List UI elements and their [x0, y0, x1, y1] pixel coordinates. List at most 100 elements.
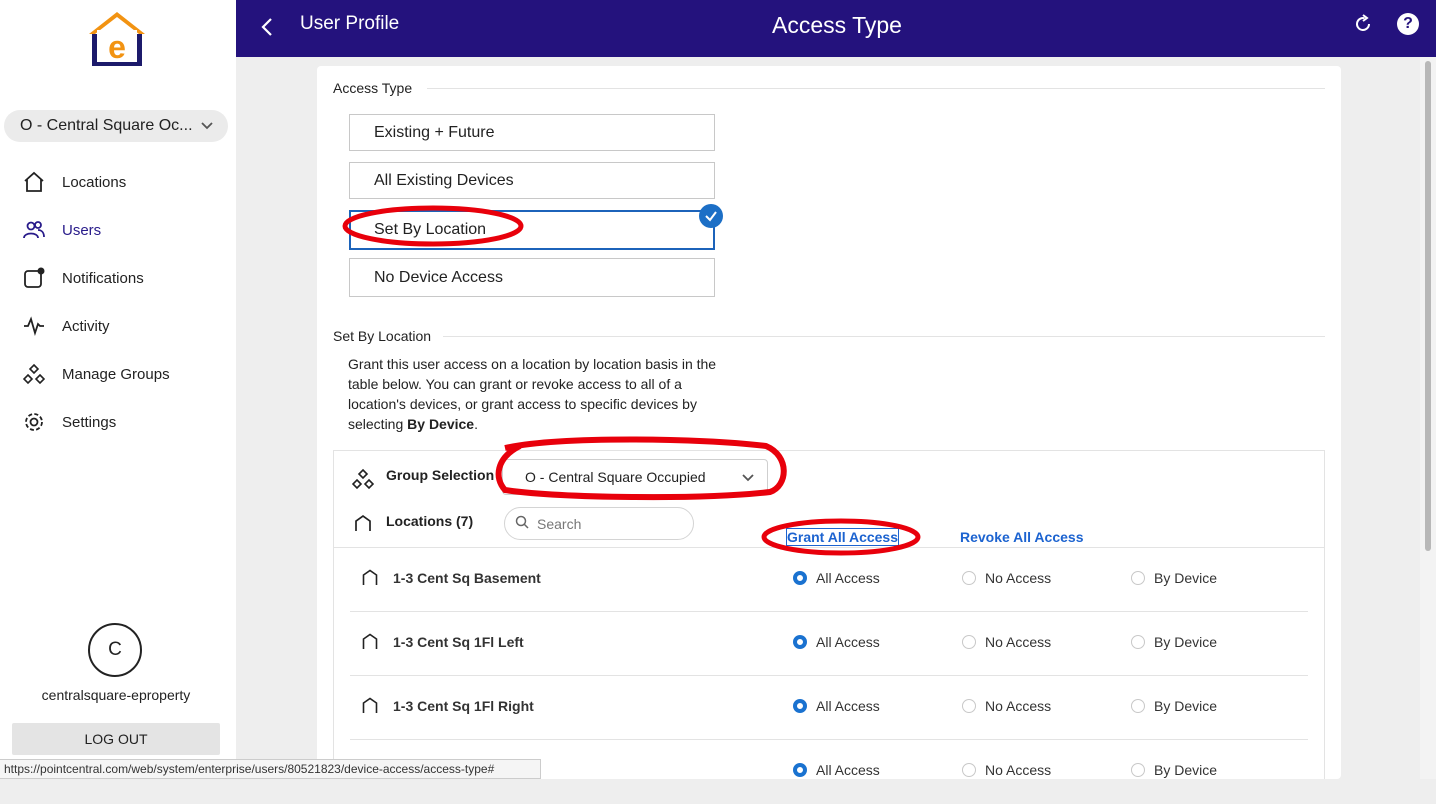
organization-select[interactable]: O - Central Square Oc...	[4, 110, 228, 142]
help-icon[interactable]: ?	[1397, 13, 1419, 35]
sidebar-item-label: Manage Groups	[62, 365, 170, 383]
sidebar-item-notifications[interactable]: Notifications	[0, 254, 236, 302]
sidebar-item-settings[interactable]: Settings	[0, 398, 236, 446]
access-option-existing-future[interactable]: Existing + Future	[349, 114, 715, 151]
checkmark-icon	[699, 204, 723, 228]
radio-label: By Device	[1154, 634, 1218, 650]
location-name: 1-3 Cent Sq Basement	[393, 570, 541, 586]
sidebar-item-label: Activity	[62, 317, 110, 335]
sidebar-item-label: Settings	[62, 413, 117, 431]
radio-label: All Access	[816, 570, 880, 586]
home-icon	[362, 697, 378, 719]
page-title: Access Type	[772, 12, 902, 38]
home-icon	[22, 170, 46, 194]
radio-no-access[interactable]: No Access	[962, 762, 1051, 778]
radio-label: All Access	[816, 698, 880, 714]
eproperty-logo-icon[interactable]: e	[89, 12, 145, 68]
radio-button[interactable]	[962, 635, 976, 649]
table-row: 1-3 Cent Sq 1Fl Left All Access No Acces…	[350, 612, 1308, 676]
radio-button[interactable]	[793, 763, 807, 777]
radio-label: By Device	[1154, 698, 1218, 714]
location-search[interactable]	[504, 507, 694, 540]
table-row: 1-3 Cent Sq 1Fl Right All Access No Acce…	[350, 676, 1308, 740]
avatar[interactable]: C	[88, 623, 142, 677]
radio-label: No Access	[985, 762, 1052, 778]
access-option-set-by-location[interactable]: Set By Location	[349, 210, 715, 250]
sidebar: e O - Central Square Oc... Locations Use…	[0, 0, 236, 779]
radio-all-access[interactable]: All Access	[793, 762, 880, 778]
locations-count-label: Locations (7)	[386, 513, 474, 529]
sidebar-item-label: Notifications	[62, 269, 144, 287]
sidebar-item-manage-groups[interactable]: Manage Groups	[0, 350, 236, 398]
logout-button[interactable]: LOG OUT	[12, 723, 220, 755]
scrollbar-thumb[interactable]	[1425, 61, 1431, 551]
radio-no-access[interactable]: No Access	[962, 634, 1051, 650]
groups-icon	[22, 362, 46, 386]
access-type-heading: Access Type	[333, 80, 413, 96]
browser-status-url: https://pointcentral.com/web/system/ente…	[0, 759, 541, 779]
back-icon[interactable]	[258, 16, 278, 43]
sidebar-item-locations[interactable]: Locations	[0, 158, 236, 206]
radio-no-access[interactable]: No Access	[962, 570, 1051, 586]
radio-by-device[interactable]: By Device	[1131, 570, 1217, 586]
grant-all-access-link[interactable]: Grant All Access	[785, 528, 900, 546]
radio-button[interactable]	[962, 571, 976, 585]
location-name: 1-3 Cent Sq 1Fl Right	[393, 698, 534, 714]
radio-button[interactable]	[962, 763, 976, 777]
radio-by-device[interactable]: By Device	[1131, 634, 1217, 650]
radio-by-device[interactable]: By Device	[1131, 762, 1217, 778]
chevron-down-icon	[741, 471, 755, 488]
search-icon	[515, 515, 529, 532]
groups-icon	[351, 468, 375, 495]
home-icon	[354, 514, 372, 537]
radio-button[interactable]	[1131, 571, 1145, 585]
radio-button[interactable]	[793, 571, 807, 585]
radio-button[interactable]	[1131, 635, 1145, 649]
radio-label: All Access	[816, 762, 880, 778]
page-scrollbar[interactable]	[1420, 57, 1436, 779]
access-type-card: Access Type Existing + Future All Existi…	[317, 66, 1341, 779]
radio-label: All Access	[816, 634, 880, 650]
radio-label: No Access	[985, 570, 1052, 586]
refresh-icon[interactable]	[1352, 13, 1374, 40]
sidebar-item-label: Locations	[62, 173, 127, 191]
group-selection-dropdown[interactable]: O - Central Square Occupied	[502, 459, 768, 495]
notification-icon	[22, 266, 46, 290]
radio-label: No Access	[985, 634, 1052, 650]
radio-label: No Access	[985, 698, 1052, 714]
organization-select-value: O - Central Square Oc...	[20, 117, 193, 134]
sidebar-item-users[interactable]: Users	[0, 206, 236, 254]
radio-no-access[interactable]: No Access	[962, 698, 1051, 714]
set-by-location-heading: Set By Location	[333, 328, 432, 344]
radio-button[interactable]	[1131, 699, 1145, 713]
sidebar-item-label: Users	[62, 221, 102, 239]
back-link[interactable]: User Profile	[300, 13, 399, 35]
sidebar-item-activity[interactable]: Activity	[0, 302, 236, 350]
app-header: User Profile Access Type ?	[236, 0, 1436, 57]
radio-button[interactable]	[962, 699, 976, 713]
access-option-all-existing[interactable]: All Existing Devices	[349, 162, 715, 199]
description-bold: By Device	[407, 416, 475, 432]
radio-all-access[interactable]: All Access	[793, 698, 880, 714]
group-selection-label: Group Selection	[386, 467, 495, 483]
radio-label: By Device	[1154, 762, 1218, 778]
svg-text:e: e	[108, 29, 126, 65]
set-by-location-description: Grant this user access on a location by …	[348, 354, 718, 434]
radio-button[interactable]	[793, 635, 807, 649]
radio-button[interactable]	[1131, 763, 1145, 777]
search-input[interactable]	[535, 514, 679, 533]
location-name: 1-3 Cent Sq 1Fl Left	[393, 634, 524, 650]
table-row: 1-3 Cent Sq Basement All Access No Acces…	[350, 548, 1308, 612]
home-icon	[362, 633, 378, 655]
access-option-no-device[interactable]: No Device Access	[349, 258, 715, 297]
description-text: Grant this user access on a location by …	[348, 356, 717, 432]
radio-all-access[interactable]: All Access	[793, 634, 880, 650]
username: centralsquare-eproperty	[41, 687, 191, 703]
radio-all-access[interactable]: All Access	[793, 570, 880, 586]
radio-label: By Device	[1154, 570, 1218, 586]
radio-button[interactable]	[793, 699, 807, 713]
section-divider	[443, 336, 1325, 337]
revoke-all-access-link[interactable]: Revoke All Access	[960, 529, 1083, 545]
radio-by-device[interactable]: By Device	[1131, 698, 1217, 714]
users-icon	[22, 218, 46, 242]
